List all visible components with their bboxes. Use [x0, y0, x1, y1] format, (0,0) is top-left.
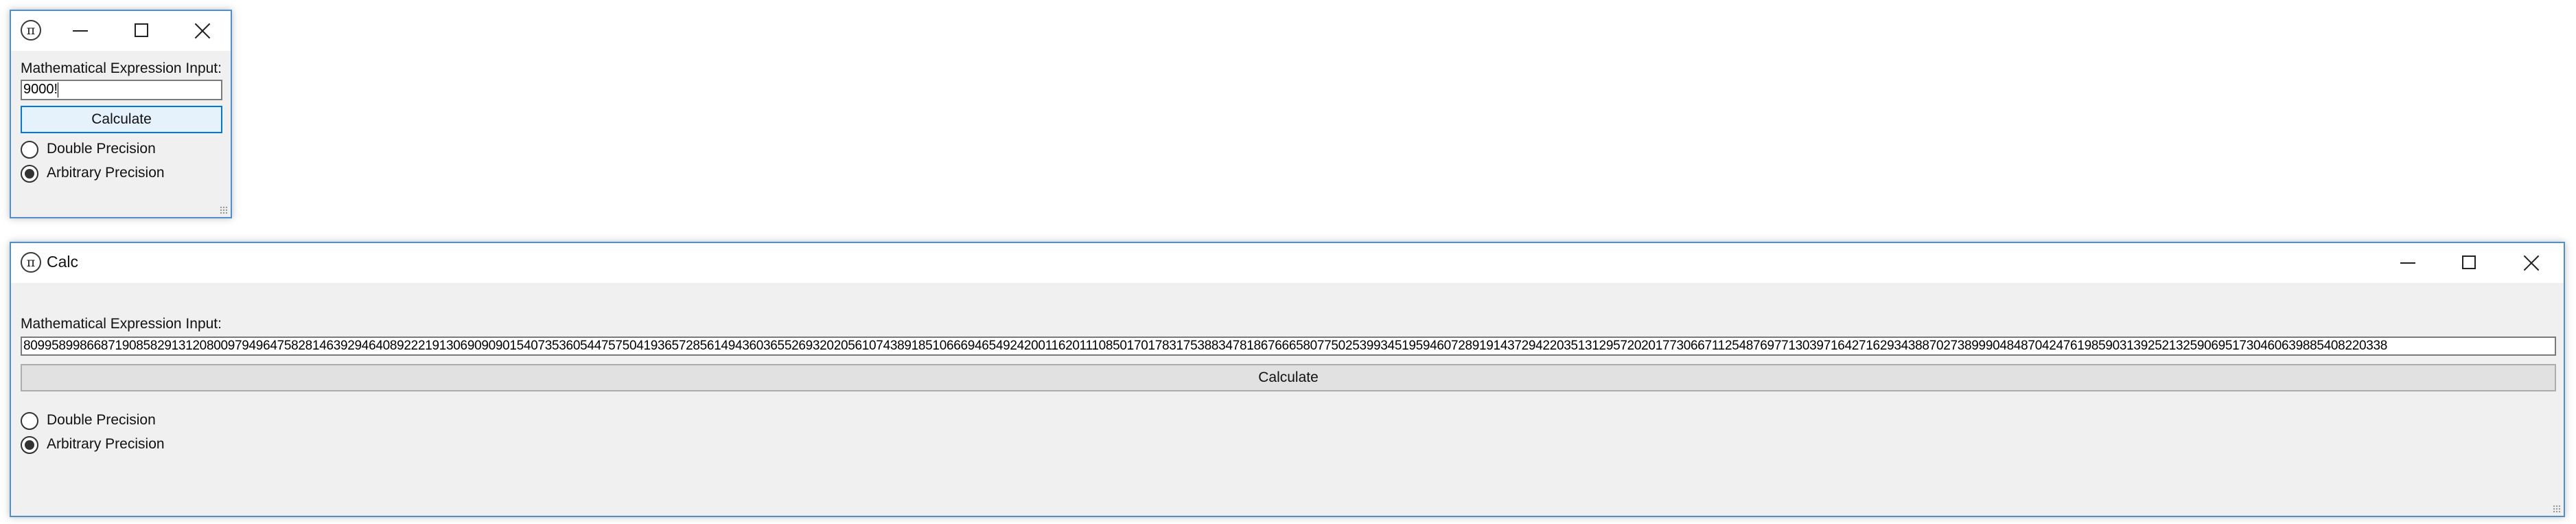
arbitrary-precision-label: Arbitrary Precision: [47, 436, 165, 452]
double-precision-radio[interactable]: [21, 412, 38, 430]
expression-input[interactable]: 8099589986687190858291312080097949647582…: [21, 337, 2556, 356]
resize-grip[interactable]: [2553, 505, 2561, 513]
arbitrary-precision-option[interactable]: Arbitrary Precision: [21, 163, 199, 184]
expression-input-label: Mathematical Expression Input:: [21, 316, 222, 332]
minimize-icon: [73, 30, 88, 32]
resize-grip[interactable]: [220, 206, 228, 214]
close-button[interactable]: [172, 11, 233, 51]
calculate-button[interactable]: Calculate: [21, 364, 2556, 391]
title-bar[interactable]: π: [11, 11, 231, 51]
maximize-button[interactable]: [2439, 243, 2500, 283]
maximize-icon: [2462, 255, 2476, 269]
minimize-button[interactable]: [2377, 243, 2439, 283]
double-precision-radio[interactable]: [21, 141, 38, 159]
arbitrary-precision-radio[interactable]: [21, 165, 38, 183]
pi-icon: π: [21, 252, 41, 273]
double-precision-label: Double Precision: [47, 412, 156, 428]
arbitrary-precision-radio[interactable]: [21, 436, 38, 454]
minimize-icon: [2400, 262, 2415, 264]
close-icon: [194, 23, 211, 39]
double-precision-option[interactable]: Double Precision: [21, 411, 199, 431]
calculate-button[interactable]: Calculate: [21, 106, 222, 133]
calc-window-large: π Calc Mathematical Expression Input: 80…: [10, 242, 2565, 517]
pi-icon: π: [21, 20, 41, 41]
double-precision-option[interactable]: Double Precision: [21, 139, 199, 160]
arbitrary-precision-label: Arbitrary Precision: [47, 165, 165, 181]
maximize-button[interactable]: [111, 11, 173, 51]
maximize-icon: [135, 23, 148, 37]
double-precision-label: Double Precision: [47, 141, 156, 157]
calc-window-small: π Mathematical Expression Input: 9000! C…: [10, 10, 232, 218]
expression-input[interactable]: 9000!: [21, 80, 222, 100]
title-bar[interactable]: π Calc: [11, 243, 2564, 283]
minimize-button[interactable]: [49, 11, 111, 51]
arbitrary-precision-option[interactable]: Arbitrary Precision: [21, 435, 199, 455]
window-title: Calc: [47, 253, 79, 271]
expression-input-label: Mathematical Expression Input:: [21, 60, 222, 76]
close-icon: [2523, 255, 2540, 271]
close-button[interactable]: [2500, 243, 2562, 283]
expression-input-text: 9000!: [23, 82, 58, 97]
